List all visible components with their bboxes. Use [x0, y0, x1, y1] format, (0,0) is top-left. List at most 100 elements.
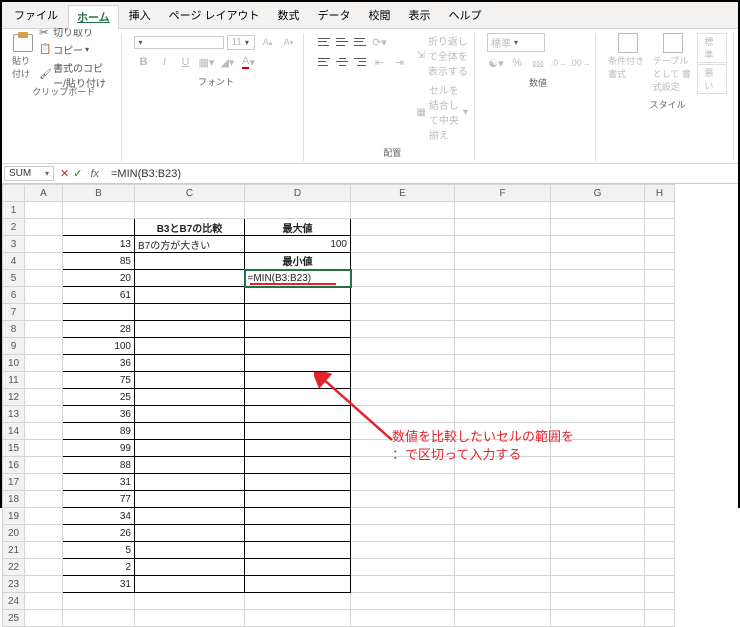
- cell[interactable]: 85: [63, 253, 135, 270]
- row-header[interactable]: 25: [3, 610, 25, 627]
- fx-icon[interactable]: fx: [90, 168, 99, 180]
- cell[interactable]: 61: [63, 287, 135, 304]
- cell[interactable]: 最大値: [245, 219, 351, 236]
- row-header[interactable]: 12: [3, 389, 25, 406]
- cell[interactable]: 31: [63, 576, 135, 593]
- cell[interactable]: 28: [63, 321, 135, 338]
- decrease-font-button[interactable]: A▾: [279, 33, 297, 51]
- cell[interactable]: 34: [63, 508, 135, 525]
- increase-font-button[interactable]: A▴: [258, 33, 276, 51]
- cancel-formula-button[interactable]: ✕: [60, 167, 69, 180]
- font-color-button[interactable]: A▾: [239, 53, 257, 71]
- cell[interactable]: 26: [63, 525, 135, 542]
- tab-help[interactable]: ヘルプ: [441, 4, 490, 28]
- cell[interactable]: 88: [63, 457, 135, 474]
- cell-style-bad[interactable]: 悪い: [697, 64, 727, 94]
- cell[interactable]: 100: [245, 236, 351, 253]
- row-header[interactable]: 4: [3, 253, 25, 270]
- tab-insert[interactable]: 挿入: [121, 4, 159, 28]
- tab-formulas[interactable]: 数式: [270, 4, 308, 28]
- copy-button[interactable]: コピー▾: [37, 41, 115, 58]
- row-header[interactable]: 16: [3, 457, 25, 474]
- decrease-decimal-button[interactable]: .00→: [571, 54, 589, 72]
- cell[interactable]: 99: [63, 440, 135, 457]
- fill-color-button[interactable]: ◢▾: [218, 53, 236, 71]
- font-size-dropdown[interactable]: 11: [227, 35, 255, 50]
- col-header-C[interactable]: C: [135, 185, 245, 202]
- row-header[interactable]: 7: [3, 304, 25, 321]
- row-header[interactable]: 2: [3, 219, 25, 236]
- row-header[interactable]: 11: [3, 372, 25, 389]
- wrap-text-button[interactable]: ⇲ 折り返して全体を表示する: [416, 33, 468, 78]
- merge-center-button[interactable]: ▦ セルを結合して中央揃え ▾: [416, 82, 468, 142]
- cell[interactable]: 25: [63, 389, 135, 406]
- col-header-A[interactable]: A: [25, 185, 63, 202]
- increase-indent-button[interactable]: ⇥: [390, 53, 408, 71]
- paste-button[interactable]: 貼り付け: [12, 34, 34, 80]
- row-header[interactable]: 20: [3, 525, 25, 542]
- col-header-D[interactable]: D: [245, 185, 351, 202]
- row-header[interactable]: 9: [3, 338, 25, 355]
- accounting-button[interactable]: ☯▾: [487, 54, 505, 72]
- cell[interactable]: 36: [63, 355, 135, 372]
- col-header-G[interactable]: G: [551, 185, 645, 202]
- cell[interactable]: 5: [63, 542, 135, 559]
- row-header[interactable]: 14: [3, 423, 25, 440]
- align-right-button[interactable]: [352, 55, 368, 69]
- row-header[interactable]: 8: [3, 321, 25, 338]
- increase-decimal-button[interactable]: .0→: [550, 54, 568, 72]
- row-header[interactable]: 5: [3, 270, 25, 287]
- cell-style-normal[interactable]: 標準: [697, 33, 727, 63]
- row-header[interactable]: 3: [3, 236, 25, 253]
- tab-home[interactable]: ホーム: [68, 5, 119, 29]
- underline-button[interactable]: U: [176, 53, 194, 71]
- percent-button[interactable]: %: [508, 54, 526, 72]
- align-center-button[interactable]: [334, 55, 350, 69]
- row-header[interactable]: 17: [3, 474, 25, 491]
- cell[interactable]: 20: [63, 270, 135, 287]
- bold-button[interactable]: B: [134, 53, 152, 71]
- row-header[interactable]: 18: [3, 491, 25, 508]
- worksheet[interactable]: ABCDEFGH 1 2B3とB7の比較最大値 313B7の方が大きい100 4…: [2, 184, 738, 627]
- cell[interactable]: B3とB7の比較: [135, 219, 245, 236]
- cell[interactable]: 2: [63, 559, 135, 576]
- name-box[interactable]: SUM: [4, 166, 54, 181]
- col-header-H[interactable]: H: [645, 185, 675, 202]
- col-header-F[interactable]: F: [455, 185, 551, 202]
- align-top-button[interactable]: [316, 35, 332, 49]
- cell[interactable]: 75: [63, 372, 135, 389]
- orientation-button[interactable]: ⟳▾: [370, 33, 388, 51]
- row-header[interactable]: 19: [3, 508, 25, 525]
- col-header-B[interactable]: B: [63, 185, 135, 202]
- align-middle-button[interactable]: [334, 35, 350, 49]
- tab-layout[interactable]: ページ レイアウト: [161, 4, 268, 28]
- cell[interactable]: B7の方が大きい: [135, 236, 245, 253]
- comma-button[interactable]: ⅏: [529, 54, 547, 72]
- format-as-table-button[interactable]: テーブルとして 書式設定: [653, 33, 694, 93]
- select-all[interactable]: [3, 185, 25, 202]
- cell[interactable]: 13: [63, 236, 135, 253]
- align-left-button[interactable]: [316, 55, 332, 69]
- row-header[interactable]: 10: [3, 355, 25, 372]
- conditional-format-button[interactable]: 条件付き 書式: [608, 33, 649, 80]
- row-header[interactable]: 6: [3, 287, 25, 304]
- align-bottom-button[interactable]: [352, 35, 368, 49]
- formula-bar[interactable]: =MIN(B3:B23): [107, 167, 738, 181]
- row-header[interactable]: 1: [3, 202, 25, 219]
- italic-button[interactable]: I: [155, 53, 173, 71]
- decrease-indent-button[interactable]: ⇤: [370, 53, 388, 71]
- tab-view[interactable]: 表示: [401, 4, 439, 28]
- enter-formula-button[interactable]: ✓: [73, 167, 82, 180]
- row-header[interactable]: 15: [3, 440, 25, 457]
- col-header-E[interactable]: E: [351, 185, 455, 202]
- row-header[interactable]: 24: [3, 593, 25, 610]
- border-button[interactable]: ▦▾: [197, 53, 215, 71]
- cell[interactable]: 36: [63, 406, 135, 423]
- cell[interactable]: 89: [63, 423, 135, 440]
- row-header[interactable]: 13: [3, 406, 25, 423]
- cell[interactable]: 77: [63, 491, 135, 508]
- active-cell[interactable]: =MIN(B3:B23): [245, 270, 351, 287]
- number-format-dropdown[interactable]: 標準: [487, 33, 545, 52]
- cell[interactable]: 31: [63, 474, 135, 491]
- row-header[interactable]: 23: [3, 576, 25, 593]
